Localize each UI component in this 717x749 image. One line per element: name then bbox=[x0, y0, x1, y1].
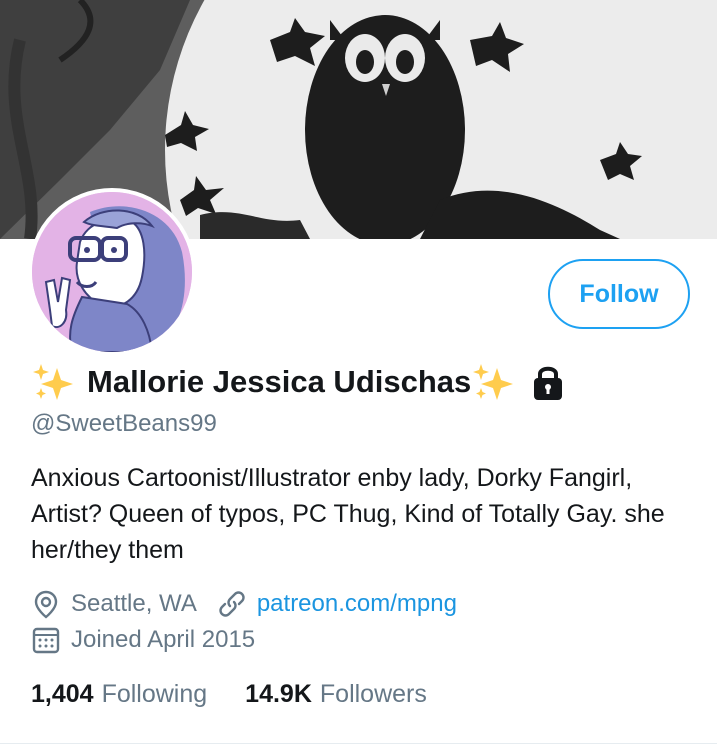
profile-name-row: Mallorie Jessica Udischas bbox=[31, 362, 567, 402]
profile-location: Seattle, WA bbox=[71, 590, 197, 617]
sparkles-icon bbox=[471, 362, 515, 402]
profile-meta-joined: Joined April 2015 bbox=[31, 625, 255, 655]
display-name: Mallorie Jessica Udischas bbox=[87, 364, 472, 399]
profile-meta-location-website: Seattle, WA patreon.com/mpng bbox=[31, 589, 457, 619]
sparkles-icon bbox=[31, 362, 75, 402]
followers-stat[interactable]: 14.9K Followers bbox=[245, 680, 427, 709]
profile-website-link[interactable]: patreon.com/mpng bbox=[257, 590, 457, 618]
following-stat[interactable]: 1,404 Following bbox=[31, 680, 207, 709]
profile-bio: Anxious Cartoonist/Illustrator enby lady… bbox=[31, 464, 665, 564]
link-icon bbox=[217, 589, 247, 619]
followers-label: Followers bbox=[319, 680, 427, 708]
follow-button[interactable]: Follow bbox=[548, 259, 690, 329]
following-count: 1,404 bbox=[31, 680, 94, 708]
calendar-icon bbox=[31, 625, 61, 655]
profile-stats: 1,404 Following 14.9K Followers bbox=[31, 680, 427, 709]
divider bbox=[0, 743, 717, 744]
avatar[interactable] bbox=[28, 188, 196, 356]
followers-count: 14.9K bbox=[245, 680, 312, 708]
location-pin-icon bbox=[31, 589, 61, 619]
profile-joined-date: Joined April 2015 bbox=[71, 626, 256, 653]
profile-handle: @SweetBeans99 bbox=[31, 410, 217, 437]
lock-icon bbox=[529, 362, 567, 402]
following-label: Following bbox=[101, 680, 208, 708]
